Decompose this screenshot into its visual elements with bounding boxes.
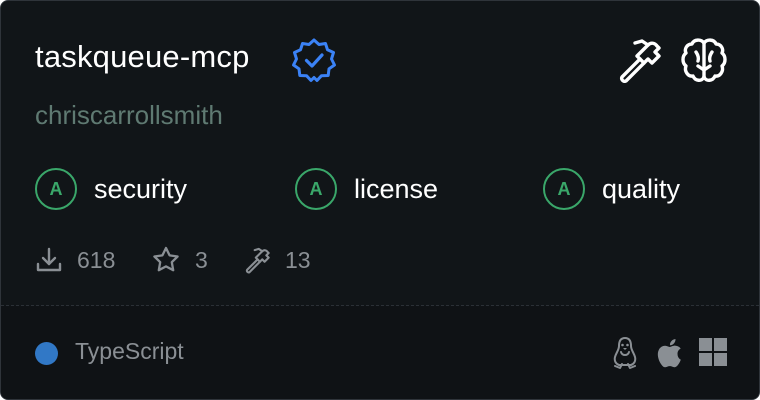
linux-icon bbox=[613, 337, 637, 369]
downloads-count: 618 bbox=[77, 246, 116, 273]
tools-count: 13 bbox=[285, 246, 311, 273]
apple-icon bbox=[657, 339, 681, 368]
download-icon bbox=[36, 247, 62, 272]
stars-count: 3 bbox=[195, 246, 208, 273]
downloads-stat: 618 bbox=[35, 243, 115, 277]
language-color-dot bbox=[35, 342, 58, 365]
author-name[interactable]: chriscarrollsmith bbox=[35, 100, 223, 131]
license-score: A license bbox=[295, 165, 438, 213]
brain-icon[interactable] bbox=[679, 36, 729, 84]
tools-stat: 13 bbox=[243, 243, 311, 277]
score-label: license bbox=[354, 173, 439, 204]
grade-badge: A bbox=[35, 168, 77, 210]
grade-badge: A bbox=[295, 168, 337, 210]
windows-icon bbox=[699, 338, 727, 366]
stars-stat: 3 bbox=[151, 243, 208, 277]
verified-badge-icon bbox=[292, 38, 336, 82]
card-header-section: taskqueue-mcp chriscarrollsmith A securi… bbox=[1, 1, 759, 305]
score-label: security bbox=[94, 173, 188, 204]
server-name[interactable]: taskqueue-mcp bbox=[35, 39, 250, 75]
card-footer: TypeScript bbox=[1, 306, 759, 399]
grade-badge: A bbox=[543, 168, 585, 210]
server-card[interactable]: taskqueue-mcp chriscarrollsmith A securi… bbox=[0, 0, 760, 400]
language-label: TypeScript bbox=[75, 338, 184, 364]
star-icon bbox=[153, 246, 179, 272]
quality-score: A quality bbox=[543, 165, 680, 213]
security-score: A security bbox=[35, 165, 187, 213]
score-label: quality bbox=[602, 173, 681, 204]
hammer-icon[interactable] bbox=[615, 37, 663, 83]
hammer-icon bbox=[245, 247, 270, 274]
